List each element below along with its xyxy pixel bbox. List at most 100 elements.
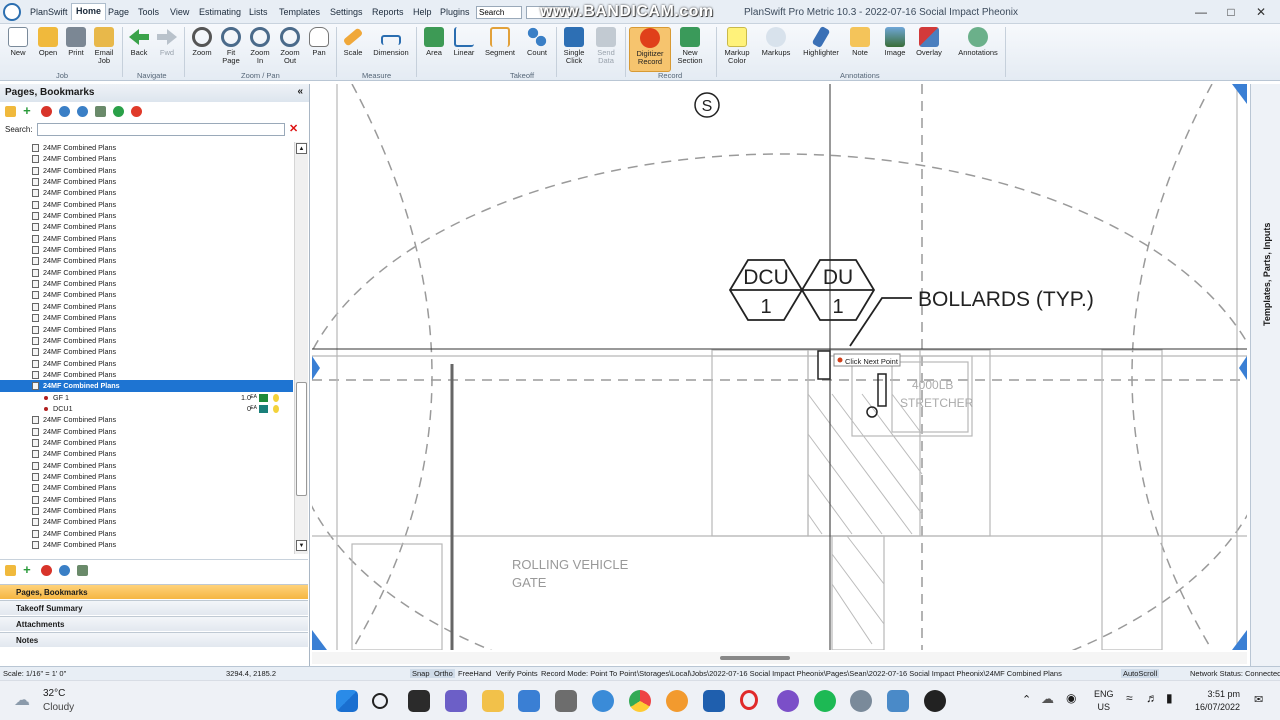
gear-icon[interactable]	[59, 564, 71, 576]
accordion-pages-bookmarks[interactable]: Pages, Bookmarks	[0, 584, 308, 599]
menu-tab-reports[interactable]: Reports	[369, 5, 407, 19]
image-button[interactable]: Image	[880, 27, 910, 57]
refresh-icon[interactable]	[77, 105, 89, 117]
cloud-icon[interactable]: ☁	[1041, 691, 1054, 707]
tree-row[interactable]: 24MF Combined Plans	[0, 471, 293, 482]
accordion-notes[interactable]: Notes	[0, 632, 308, 647]
tree-row[interactable]: 24MF Combined Plans	[0, 289, 293, 300]
ortho-toggle[interactable]: Ortho	[432, 669, 455, 678]
tree-row[interactable]: 24MF Combined Plans	[0, 187, 293, 198]
forward-button[interactable]: Fwd	[152, 27, 182, 57]
tree-row[interactable]: 24MF Combined Plans	[0, 460, 293, 471]
close-icon[interactable]: ✕	[1246, 3, 1276, 21]
tree-row[interactable]: 24MF Combined Plans	[0, 301, 293, 312]
visibility-bulb-icon[interactable]	[273, 393, 279, 402]
tree-row[interactable]: 24MF Combined Plans	[0, 153, 293, 164]
viber-icon[interactable]	[777, 690, 799, 712]
scroll-up-icon[interactable]: ▲	[296, 143, 307, 154]
accordion-attachments[interactable]: Attachments	[0, 616, 308, 631]
tree-row[interactable]: 24MF Combined Plans	[0, 278, 293, 289]
markup-color-button[interactable]: Markup Color	[720, 27, 754, 65]
global-search-input[interactable]	[476, 6, 522, 19]
language-indicator[interactable]: ENG US	[1094, 688, 1114, 714]
chrome-icon[interactable]	[629, 690, 651, 712]
note-button[interactable]: Note	[845, 27, 875, 57]
tree-row[interactable]: 24MF Combined Plans	[0, 426, 293, 437]
zoom-out-button[interactable]: Zoom Out	[275, 27, 305, 65]
maximize-icon[interactable]: □	[1216, 3, 1246, 21]
scroll-down-icon[interactable]: ▼	[296, 540, 307, 551]
tree-row[interactable]: 24MF Combined Plans	[0, 539, 293, 550]
tree-row[interactable]: 24MF Combined Plans	[0, 528, 293, 539]
annotations-button[interactable]: Annotations	[955, 27, 1001, 57]
weather-cloud-icon[interactable]: ☁	[14, 690, 30, 710]
tree-row[interactable]: 24MF Combined Plans	[0, 324, 293, 335]
print-button[interactable]: Print	[61, 27, 91, 57]
pan-button[interactable]: Pan	[304, 27, 334, 57]
fit-page-button[interactable]: Fit Page	[216, 27, 246, 65]
folder-icon[interactable]	[5, 105, 16, 117]
wifi-icon[interactable]: ≈	[1126, 691, 1133, 705]
count-button[interactable]: Count	[522, 27, 552, 57]
task-view-icon[interactable]	[408, 690, 430, 712]
menu-tab-planswift[interactable]: PlanSwift	[27, 5, 71, 19]
menu-tab-settings[interactable]: Settings	[327, 5, 366, 19]
weather-description[interactable]: Cloudy	[43, 702, 74, 713]
canvas-horizontal-scrollbar[interactable]	[312, 652, 1247, 664]
tree-row[interactable]: 24MF Combined Plans	[0, 176, 293, 187]
menu-tab-estimating[interactable]: Estimating	[196, 5, 244, 19]
back-button[interactable]: Back	[124, 27, 154, 57]
tree-row[interactable]: 24MF Combined Plans	[0, 482, 293, 493]
scroll-thumb[interactable]	[296, 382, 307, 496]
add-icon[interactable]: +	[23, 104, 34, 117]
tree-row[interactable]: 24MF Combined Plans	[0, 199, 293, 210]
scale-button[interactable]: Scale	[338, 27, 368, 57]
planswift-taskbar-icon[interactable]	[850, 690, 872, 712]
item-color-swatch[interactable]	[259, 393, 268, 402]
accordion-takeoff-summary[interactable]: Takeoff Summary	[0, 600, 308, 615]
drawing-canvas[interactable]: S DCU DU 1 1 BOLLARDS (TYP.) 4000LB STRE…	[312, 84, 1247, 650]
notifications-icon[interactable]: ✉	[1254, 693, 1263, 706]
freehand-toggle[interactable]: FreeHand	[458, 669, 491, 678]
templates-parts-inputs-strip[interactable]	[1250, 84, 1280, 666]
tree-row[interactable]: 24MF Combined Plans	[0, 267, 293, 278]
file-explorer-icon[interactable]	[482, 690, 504, 712]
visibility-bulb-icon[interactable]	[273, 404, 279, 413]
templates-parts-inputs-label[interactable]: Templates, Parts, Inputs	[1262, 223, 1272, 326]
remove-circle-icon[interactable]	[131, 105, 143, 117]
tree-row[interactable]: 24MF Combined Plans	[0, 210, 293, 221]
add-circle-icon[interactable]	[113, 105, 125, 117]
gear-icon[interactable]	[59, 105, 71, 117]
menu-tab-view[interactable]: View	[167, 5, 192, 19]
weather-temperature[interactable]: 32°C	[43, 688, 65, 699]
volume-icon[interactable]: ♬	[1146, 691, 1158, 705]
new-section-button[interactable]: New Section	[674, 27, 706, 65]
chat-icon[interactable]	[445, 690, 467, 712]
opera-icon[interactable]	[740, 690, 758, 710]
menu-tab-home[interactable]: Home	[71, 3, 107, 20]
segment-button[interactable]: Segment	[483, 27, 517, 57]
tree-child-row[interactable]: DCU1 0 EA	[0, 403, 293, 414]
tree-row[interactable]: 24MF Combined Plans	[0, 142, 293, 153]
autoscroll-toggle[interactable]: AutoScroll	[1121, 669, 1160, 678]
zoom-button[interactable]: Zoom	[187, 27, 217, 57]
email-job-button[interactable]: Email Job	[89, 27, 119, 65]
remote-desktop-icon[interactable]	[887, 690, 909, 712]
menu-tab-help[interactable]: Help	[410, 5, 435, 19]
folder-icon[interactable]	[5, 564, 16, 576]
start-icon[interactable]	[336, 690, 358, 712]
open-button[interactable]: Open	[33, 27, 63, 57]
menu-tab-templates[interactable]: Templates	[276, 5, 323, 19]
tree-row[interactable]: 24MF Combined Plans	[0, 516, 293, 527]
tree-row[interactable]: 24MF Combined Plans	[0, 244, 293, 255]
tree-scrollbar[interactable]: ▲ ▼	[294, 142, 308, 554]
snap-toggle[interactable]: Snap	[410, 669, 432, 678]
calculator-icon[interactable]	[555, 690, 577, 712]
menu-tab-plugins[interactable]: Plugins	[437, 5, 473, 19]
tree-row-selected[interactable]: 24MF Combined Plans	[0, 380, 293, 392]
overlay-button[interactable]: Overlay	[912, 27, 946, 57]
collapse-panel-icon[interactable]: «	[297, 86, 303, 97]
search-icon[interactable]	[372, 693, 388, 709]
tree-row[interactable]: 24MF Combined Plans	[0, 221, 293, 232]
markups-button[interactable]: Markups	[759, 27, 793, 57]
